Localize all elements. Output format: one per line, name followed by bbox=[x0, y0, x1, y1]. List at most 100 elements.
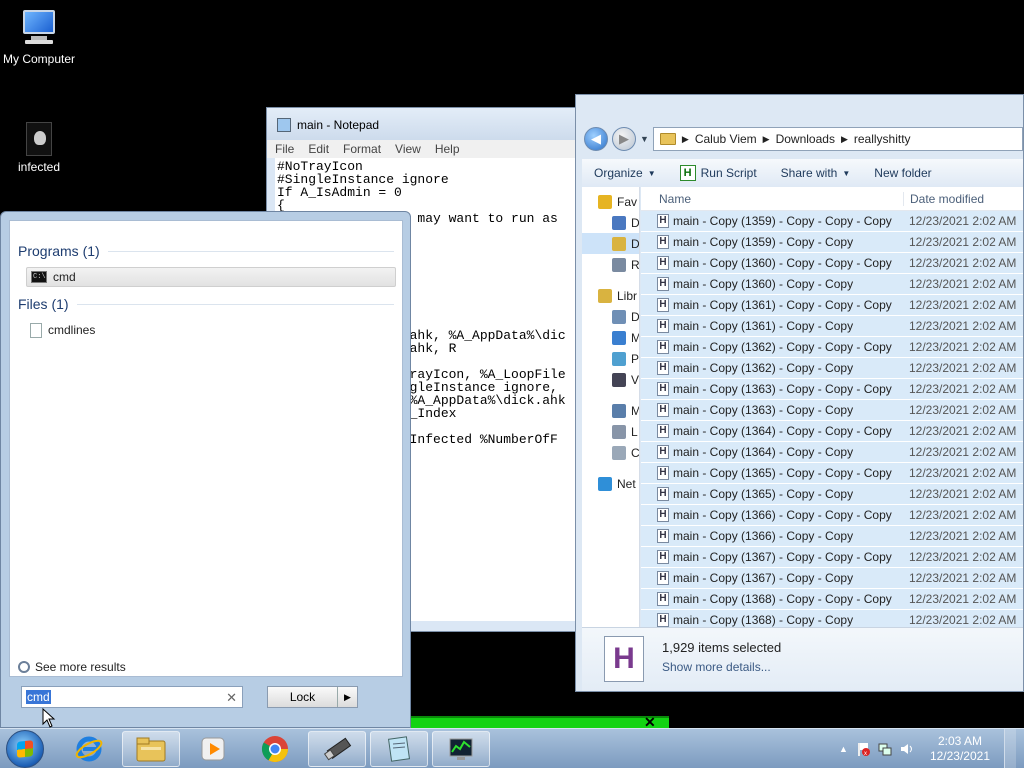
nav-item[interactable]: L bbox=[582, 421, 639, 442]
column-header-date-modified[interactable]: Date modified bbox=[903, 191, 984, 206]
file-row[interactable]: Hmain - Copy (1366) - Copy - Copy 12/23/2… bbox=[641, 526, 1023, 547]
nav-item-label: D bbox=[631, 215, 640, 230]
file-row[interactable]: Hmain - Copy (1364) - Copy - Copy 12/23/2… bbox=[641, 442, 1023, 463]
notepad-titlebar[interactable]: main - Notepad bbox=[267, 108, 585, 140]
menu-view[interactable]: View bbox=[395, 142, 421, 156]
file-row[interactable]: Hmain - Copy (1368) - Copy - Copy - Copy… bbox=[641, 589, 1023, 610]
window-title: main - Notepad bbox=[297, 118, 380, 132]
file-date: 12/23/2021 2:02 AM bbox=[909, 445, 1017, 459]
breadcrumb-item[interactable]: Downloads bbox=[776, 132, 835, 146]
address-bar[interactable]: ▶ Calub Viem ▶ Downloads ▶ reallyshitty bbox=[652, 127, 1023, 151]
start-search-box[interactable]: cmd ✕ bbox=[21, 686, 243, 708]
breadcrumb-item[interactable]: reallyshitty bbox=[854, 132, 911, 146]
network-icon[interactable] bbox=[878, 742, 892, 756]
organize-button[interactable]: Organize ▼ bbox=[582, 166, 668, 180]
volume-icon[interactable] bbox=[900, 742, 914, 756]
ahk-script-icon: H bbox=[657, 298, 669, 312]
desktop-icon-my-computer[interactable]: My Computer bbox=[0, 8, 84, 66]
nav-item-label: D bbox=[631, 236, 640, 251]
programs-heading: Programs (1) bbox=[18, 243, 394, 259]
start-button[interactable] bbox=[6, 730, 44, 768]
file-row[interactable]: Hmain - Copy (1366) - Copy - Copy - Copy… bbox=[641, 505, 1023, 526]
new-folder-button[interactable]: New folder bbox=[862, 166, 943, 180]
taskbar-usb-tool[interactable] bbox=[308, 731, 366, 767]
file-name-cell: Hmain - Copy (1368) - Copy - Copy - Copy bbox=[641, 592, 903, 606]
file-list[interactable]: Name Date modified Hmain - Copy (1359) -… bbox=[641, 187, 1023, 627]
nav-item[interactable]: D bbox=[582, 212, 639, 233]
nav-item[interactable]: Fav bbox=[582, 191, 639, 212]
search-input[interactable]: cmd bbox=[26, 690, 51, 704]
file-date: 12/23/2021 2:02 AM bbox=[909, 508, 1017, 522]
file-row[interactable]: Hmain - Copy (1362) - Copy - Copy 12/23/2… bbox=[641, 358, 1023, 379]
local-disk-icon bbox=[612, 424, 626, 439]
taskbar-media-player[interactable] bbox=[184, 731, 242, 767]
nav-item[interactable]: P bbox=[582, 348, 639, 369]
nav-item[interactable]: My bbox=[582, 400, 639, 421]
run-script-button[interactable]: H Run Script bbox=[668, 165, 769, 181]
nav-item[interactable]: Net bbox=[582, 473, 639, 494]
file-name-cell: Hmain - Copy (1359) - Copy - Copy - Copy bbox=[641, 214, 903, 228]
explorer-window[interactable]: ◀ ▶ ▼ ▶ Calub Viem ▶ Downloads ▶ reallys… bbox=[575, 94, 1024, 692]
file-row[interactable]: Hmain - Copy (1365) - Copy - Copy - Copy… bbox=[641, 463, 1023, 484]
ahk-script-icon: H bbox=[657, 592, 669, 606]
see-more-results-link[interactable]: See more results bbox=[18, 660, 126, 674]
breadcrumb-item[interactable]: Calub Viem bbox=[695, 132, 757, 146]
nav-item[interactable]: D bbox=[582, 233, 639, 254]
file-row[interactable]: Hmain - Copy (1360) - Copy - Copy - Copy… bbox=[641, 253, 1023, 274]
show-more-details-link[interactable]: Show more details... bbox=[662, 660, 771, 674]
result-cmd[interactable]: C:\ cmd bbox=[26, 267, 396, 287]
action-center-flag-icon[interactable]: x bbox=[856, 742, 870, 756]
taskbar-internet-explorer[interactable] bbox=[60, 731, 118, 767]
column-header-name[interactable]: Name bbox=[641, 192, 903, 206]
file-row[interactable]: Hmain - Copy (1359) - Copy - Copy - Copy… bbox=[641, 211, 1023, 232]
show-desktop-button[interactable] bbox=[1004, 729, 1016, 768]
share-with-button[interactable]: Share with ▼ bbox=[769, 166, 863, 180]
taskbar-chrome[interactable] bbox=[246, 731, 304, 767]
taskbar-clock[interactable]: 2:03 AM 12/23/2021 bbox=[930, 734, 990, 764]
nav-item[interactable]: V bbox=[582, 369, 639, 390]
desktop-icon bbox=[612, 215, 626, 230]
chevron-down-icon: ▼ bbox=[647, 168, 656, 178]
ahk-script-icon: H bbox=[657, 403, 669, 417]
file-row[interactable]: Hmain - Copy (1365) - Copy - Copy 12/23/2… bbox=[641, 484, 1023, 505]
result-cmdlines[interactable]: cmdlines bbox=[26, 320, 396, 340]
file-row[interactable]: Hmain - Copy (1363) - Copy - Copy 12/23/2… bbox=[641, 400, 1023, 421]
file-row[interactable]: Hmain - Copy (1359) - Copy - Copy 12/23/2… bbox=[641, 232, 1023, 253]
navigation-pane[interactable]: FavDDRLibrDMPVMyLCNet bbox=[582, 187, 640, 627]
file-row[interactable]: Hmain - Copy (1367) - Copy - Copy - Copy… bbox=[641, 547, 1023, 568]
shutdown-options-arrow-icon[interactable]: ▶ bbox=[337, 687, 357, 707]
file-row[interactable]: Hmain - Copy (1362) - Copy - Copy - Copy… bbox=[641, 337, 1023, 358]
lock-button[interactable]: Lock ▶ bbox=[267, 686, 358, 708]
videos-icon bbox=[612, 372, 626, 387]
file-row[interactable]: Hmain - Copy (1361) - Copy - Copy 12/23/2… bbox=[641, 316, 1023, 337]
nav-item[interactable]: M bbox=[582, 327, 639, 348]
nav-item[interactable]: D bbox=[582, 306, 639, 327]
menu-edit[interactable]: Edit bbox=[308, 142, 329, 156]
breadcrumb-separator-icon: ▶ bbox=[840, 133, 848, 144]
menu-format[interactable]: Format bbox=[343, 142, 381, 156]
nav-item[interactable]: Libr bbox=[582, 285, 639, 306]
show-hidden-icons-icon[interactable]: ▲ bbox=[839, 744, 848, 754]
internet-explorer-icon bbox=[75, 736, 103, 762]
menu-file[interactable]: File bbox=[275, 142, 294, 156]
file-row[interactable]: Hmain - Copy (1361) - Copy - Copy - Copy… bbox=[641, 295, 1023, 316]
start-menu[interactable]: Programs (1) C:\ cmd Files (1) cmdlines … bbox=[0, 211, 411, 728]
taskbar-explorer[interactable] bbox=[122, 731, 180, 767]
file-row[interactable]: Hmain - Copy (1367) - Copy - Copy 12/23/2… bbox=[641, 568, 1023, 589]
file-row[interactable]: Hmain - Copy (1364) - Copy - Copy - Copy… bbox=[641, 421, 1023, 442]
taskbar-notepad[interactable] bbox=[370, 731, 428, 767]
recent-pages-chevron-icon[interactable]: ▼ bbox=[640, 134, 649, 144]
clear-search-icon[interactable]: ✕ bbox=[226, 690, 237, 706]
forward-button[interactable]: ▶ bbox=[612, 127, 636, 151]
nav-item[interactable]: R bbox=[582, 254, 639, 275]
menu-help[interactable]: Help bbox=[435, 142, 460, 156]
usb-tool-icon bbox=[323, 737, 352, 761]
desktop-icon-infected[interactable]: infected bbox=[0, 122, 84, 174]
nav-item[interactable]: C bbox=[582, 442, 639, 463]
file-row[interactable]: Hmain - Copy (1360) - Copy - Copy 12/23/2… bbox=[641, 274, 1023, 295]
file-row[interactable]: Hmain - Copy (1368) - Copy - Copy 12/23/2… bbox=[641, 610, 1023, 627]
back-button[interactable]: ◀ bbox=[584, 127, 608, 151]
ahk-script-icon: H bbox=[657, 571, 669, 585]
file-row[interactable]: Hmain - Copy (1363) - Copy - Copy - Copy… bbox=[641, 379, 1023, 400]
taskbar-task-manager[interactable] bbox=[432, 731, 490, 767]
